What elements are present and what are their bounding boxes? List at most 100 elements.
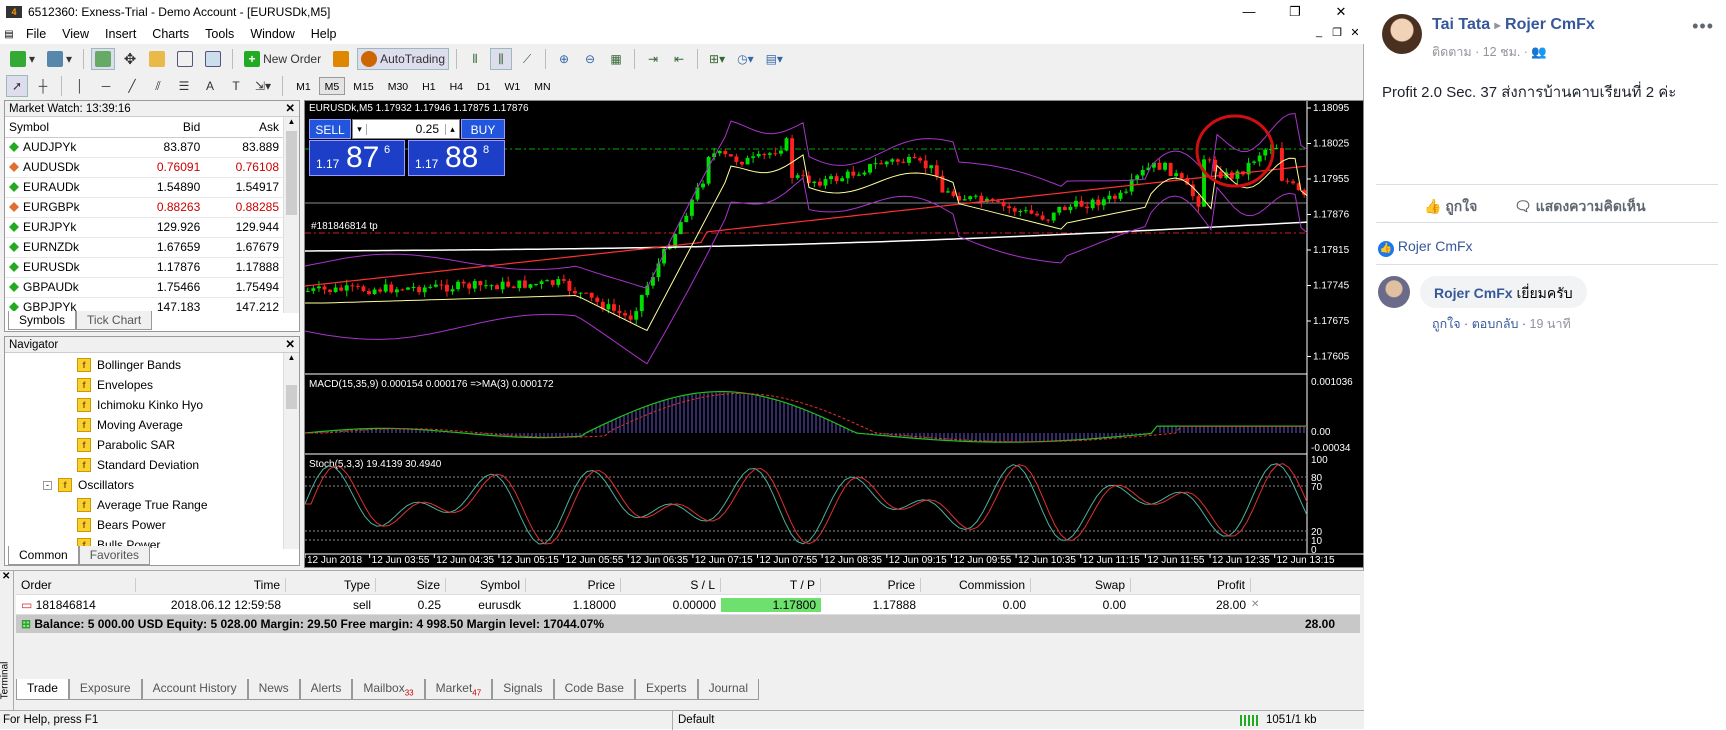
buy-button[interactable]: BUY: [461, 119, 505, 139]
close-icon[interactable]: ✕: [285, 101, 295, 117]
market-watch-row[interactable]: EURAUDk 1.54890 1.54917: [5, 177, 283, 198]
horizontal-line-tool[interactable]: ─: [95, 75, 117, 97]
new-chart-button[interactable]: ▾: [6, 48, 39, 70]
comment-button[interactable]: 🗨 แสดงความคิดเห็น: [1514, 196, 1646, 218]
chart-window[interactable]: EURUSDk,M5 1.17932 1.17946 1.17875 1.178…: [304, 100, 1365, 568]
autoscroll-button[interactable]: ⇥: [642, 48, 664, 70]
periods-button[interactable]: ◷▾: [733, 48, 758, 70]
market-watch-row[interactable]: EURJPYk 129.926 129.944: [5, 217, 283, 238]
comment-like-link[interactable]: ถูกใจ: [1432, 317, 1461, 331]
tab-exposure[interactable]: Exposure: [68, 679, 142, 701]
doc-icon[interactable]: ▤: [0, 29, 18, 40]
comment-reply-link[interactable]: ตอบกลับ: [1472, 317, 1519, 331]
col-ask[interactable]: Ask: [204, 117, 283, 138]
tab-symbols[interactable]: Symbols: [8, 311, 77, 330]
fibonacci-tool[interactable]: ☰: [173, 75, 195, 97]
tab-trade[interactable]: Trade: [16, 679, 69, 701]
follow-link[interactable]: ติดตาม: [1432, 45, 1472, 59]
more-options-icon[interactable]: •••: [1692, 16, 1714, 37]
timeframe-m30[interactable]: M30: [382, 77, 414, 95]
lot-decrease-button[interactable]: ▾: [353, 123, 367, 135]
navigator-item[interactable]: f Ichimoku Kinko Hyo: [5, 395, 283, 415]
menu-charts[interactable]: Charts: [144, 27, 197, 41]
mdi-restore-button[interactable]: ❐: [1328, 26, 1346, 39]
comment-time[interactable]: 19 นาที: [1530, 317, 1571, 331]
close-order-icon[interactable]: ✕: [1251, 599, 1261, 610]
navigator-item[interactable]: f Average True Range: [5, 495, 283, 515]
terminal-toggle[interactable]: [173, 48, 197, 70]
tab-tick-chart[interactable]: Tick Chart: [76, 311, 153, 330]
market-watch-row[interactable]: AUDJPYk 83.870 83.889: [5, 137, 283, 158]
tab-mailbox[interactable]: Mailbox33: [352, 679, 425, 701]
market-watch-row[interactable]: EURNZDk 1.67659 1.67679: [5, 237, 283, 258]
tab-common[interactable]: Common: [8, 546, 79, 565]
market-watch-row[interactable]: GBPAUDk 1.75466 1.75494: [5, 277, 283, 298]
candlestick-button[interactable]: ⫼: [490, 48, 513, 70]
tab-code-base[interactable]: Code Base: [553, 679, 635, 701]
maximize-button[interactable]: ❐: [1272, 0, 1318, 24]
sell-price-button[interactable]: 1.17 87 6: [309, 140, 405, 176]
post-time[interactable]: 12 ชม.: [1483, 45, 1521, 59]
tab-alerts[interactable]: Alerts: [299, 679, 353, 701]
line-chart-button[interactable]: ⟋: [516, 48, 538, 70]
minimize-button[interactable]: —: [1226, 0, 1272, 24]
author-name[interactable]: Tai Tata: [1432, 16, 1490, 33]
tile-windows-button[interactable]: ▦: [605, 48, 627, 70]
channel-tool[interactable]: ⫽: [147, 75, 169, 97]
navigator-item[interactable]: f Standard Deviation: [5, 455, 283, 475]
col-header[interactable]: T / P: [721, 577, 821, 592]
tab-journal[interactable]: Journal: [697, 679, 759, 701]
audience-friends-icon[interactable]: 👥: [1531, 45, 1547, 59]
timeframe-h4[interactable]: H4: [444, 77, 469, 95]
text-label-tool[interactable]: T: [225, 75, 247, 97]
sell-button[interactable]: SELL: [309, 119, 351, 139]
timeframe-w1[interactable]: W1: [498, 77, 526, 95]
data-window-toggle[interactable]: ✥: [119, 48, 141, 70]
market-watch-scrollbar[interactable]: ▲: [283, 117, 299, 313]
comment-author[interactable]: Rojer CmFx: [1434, 285, 1513, 301]
metaeditor-button[interactable]: [329, 48, 353, 70]
author-avatar[interactable]: [1382, 14, 1422, 54]
arrows-tool[interactable]: ⇲▾: [251, 75, 275, 97]
text-tool[interactable]: A: [199, 75, 221, 97]
like-button[interactable]: 👍 ถูกใจ: [1424, 196, 1477, 218]
vertical-line-tool[interactable]: │: [69, 75, 91, 97]
menu-file[interactable]: File: [18, 27, 54, 41]
navigator-scrollbar[interactable]: ▲: [283, 353, 299, 549]
col-header[interactable]: Price: [526, 577, 621, 592]
navigator-item[interactable]: f Bollinger Bands: [5, 355, 283, 375]
timeframe-mn[interactable]: MN: [528, 77, 556, 95]
menu-window[interactable]: Window: [242, 27, 302, 41]
terminal-close-icon[interactable]: ✕: [2, 571, 10, 582]
navigator-item[interactable]: - f Oscillators: [5, 475, 283, 495]
col-header[interactable]: Commission: [921, 577, 1031, 592]
indicators-button[interactable]: ⊞▾: [705, 48, 729, 70]
mdi-close-button[interactable]: ✕: [1346, 26, 1364, 39]
market-watch-row[interactable]: EURGBPk 0.88263 0.88285: [5, 197, 283, 218]
trendline-tool[interactable]: ╱: [121, 75, 143, 97]
timeframe-m15[interactable]: M15: [347, 77, 379, 95]
zoom-out-button[interactable]: ⊖: [579, 48, 601, 70]
collapse-icon[interactable]: -: [43, 480, 52, 490]
lot-size-field[interactable]: ▾ 0.25 ▴: [352, 119, 460, 139]
menu-help[interactable]: Help: [303, 27, 345, 41]
navigator-item[interactable]: f Bears Power: [5, 515, 283, 535]
col-header[interactable]: Swap: [1031, 577, 1131, 592]
navigator-item[interactable]: f Envelopes: [5, 375, 283, 395]
navigator-item[interactable]: f Moving Average: [5, 415, 283, 435]
tab-market[interactable]: Market47: [424, 679, 493, 701]
col-header[interactable]: Profit: [1131, 577, 1251, 592]
menu-view[interactable]: View: [54, 27, 97, 41]
navigator-toggle[interactable]: [145, 48, 169, 70]
menu-tools[interactable]: Tools: [197, 27, 242, 41]
menu-insert[interactable]: Insert: [97, 27, 144, 41]
profiles-button[interactable]: ▾: [43, 48, 76, 70]
close-button[interactable]: ✕: [1318, 0, 1364, 24]
tab-favorites[interactable]: Favorites: [78, 546, 151, 565]
lot-size-value[interactable]: 0.25: [367, 122, 445, 136]
cursor-tool[interactable]: ➚: [6, 75, 28, 97]
tab-news[interactable]: News: [247, 679, 300, 701]
timeframe-m1[interactable]: M1: [290, 77, 317, 95]
order-row[interactable]: ▭ 181846814 2018.06.12 12:59:58 sell 0.25 eu…: [16, 595, 1360, 615]
col-header[interactable]: Order: [16, 577, 136, 592]
